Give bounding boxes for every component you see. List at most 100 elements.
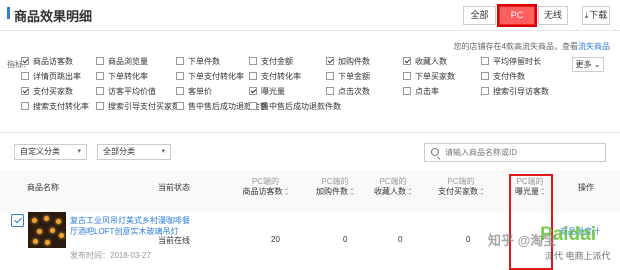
indicator-checkbox[interactable] — [21, 102, 29, 110]
indicator-option[interactable]: 搜索引导访客数 — [481, 87, 549, 99]
indicator-checkbox[interactable] — [481, 72, 489, 80]
column-header-visitors[interactable]: PC端的 商品访客数 — [238, 177, 293, 197]
indicator-checkbox[interactable] — [96, 57, 104, 65]
indicator-checkbox[interactable] — [21, 72, 29, 80]
indicator-option[interactable]: 支付件数 — [481, 72, 525, 84]
column-header-status: 当前状态 — [158, 183, 190, 192]
tab-all[interactable]: 全部 — [463, 6, 496, 25]
indicator-checkbox[interactable] — [481, 87, 489, 95]
column-header-cart[interactable]: PC端的 加购件数 — [310, 177, 360, 197]
search-input[interactable] — [445, 146, 600, 159]
sort-icon — [408, 188, 412, 195]
more-button[interactable]: 更多 ⌄ — [572, 57, 604, 72]
search-box — [424, 143, 606, 162]
lost-product-link[interactable]: 流失商品 — [578, 42, 610, 51]
indicator-option[interactable]: 支付转化率 — [249, 72, 301, 84]
divider — [0, 132, 620, 133]
custom-category-select[interactable]: 自定义分类 ▾ — [14, 144, 87, 160]
product-thumbnail[interactable] — [28, 212, 66, 248]
indicator-checkbox[interactable] — [403, 72, 411, 80]
watermark-logo: Paidai — [540, 224, 596, 245]
column-header-buyers[interactable]: PC端的 支付买家数 — [432, 177, 490, 197]
column-prefix: PC端的 — [447, 177, 475, 186]
divider — [0, 30, 620, 31]
indicator-option[interactable]: 平均停留时长 — [481, 57, 541, 69]
indicator-checkbox[interactable] — [403, 57, 411, 65]
indicator-label: 下单支付转化率 — [188, 72, 244, 81]
sort-icon — [350, 188, 354, 195]
download-icon: ⤓ — [584, 11, 589, 20]
more-label: 更多 — [575, 60, 592, 69]
indicator-option[interactable]: 下单件数 — [176, 57, 220, 69]
indicator-checkbox[interactable] — [249, 102, 257, 110]
indicator-checkbox[interactable] — [176, 57, 184, 65]
column-label: 收藏人数 — [374, 187, 406, 196]
indicator-label: 平均停留时长 — [493, 57, 541, 66]
chevron-down-icon: ⌄ — [593, 60, 601, 69]
indicator-checkbox[interactable] — [96, 102, 104, 110]
product-name-link[interactable]: 复古工业风吊灯美式乡村漫咖啡餐厅酒吧LOFT创意实木玻璃吊灯 — [70, 215, 190, 237]
indicator-option[interactable]: 客单价 — [176, 87, 212, 99]
indicator-option[interactable]: 下单金额 — [326, 72, 370, 84]
indicator-label: 下单件数 — [188, 57, 220, 66]
indicator-option[interactable]: 收藏人数 — [403, 57, 447, 69]
indicator-label: 商品浏览量 — [108, 57, 148, 66]
all-category-select[interactable]: 全部分类 ▾ — [97, 144, 171, 160]
indicator-label: 搜索支付转化率 — [33, 102, 89, 111]
indicator-option[interactable]: 搜索引导支付买家数 — [96, 102, 180, 114]
column-prefix: PC端的 — [251, 177, 280, 186]
indicator-checkbox[interactable] — [326, 57, 334, 65]
indicator-label: 下单金额 — [338, 72, 370, 81]
indicator-checkbox[interactable] — [249, 72, 257, 80]
row-checkbox[interactable] — [11, 214, 24, 227]
search-icon[interactable] — [431, 148, 439, 156]
indicator-option[interactable]: 下单转化率 — [96, 72, 148, 84]
indicator-label: 下单买家数 — [415, 72, 455, 81]
tab-pc[interactable]: PC — [497, 4, 537, 27]
indicator-label: 售中售后成功退款件数 — [261, 102, 341, 111]
chevron-down-icon: ▾ — [161, 148, 165, 155]
indicator-checkbox[interactable] — [249, 87, 257, 95]
indicator-option[interactable]: 加购件数 — [326, 57, 370, 69]
indicator-option[interactable]: 下单支付转化率 — [176, 72, 244, 84]
indicator-checkbox[interactable] — [176, 72, 184, 80]
indicator-option[interactable]: 售中售后成功退款件数 — [249, 102, 341, 114]
indicator-option[interactable]: 支付买家数 — [21, 87, 73, 99]
indicator-option[interactable]: 点击率 — [403, 87, 439, 99]
column-prefix: PC端的 — [321, 177, 349, 186]
indicator-option[interactable]: 下单买家数 — [403, 72, 455, 84]
download-label: 下载 — [589, 10, 608, 20]
column-header-favorites[interactable]: PC端的 收藏人数 — [368, 177, 418, 197]
indicator-checkbox[interactable] — [403, 87, 411, 95]
product-publish-date: 发布时间：2018-03-27 — [70, 251, 151, 260]
indicator-checkbox[interactable] — [96, 72, 104, 80]
column-header-actions: 操作 — [578, 183, 594, 192]
indicator-label: 支付件数 — [493, 72, 525, 81]
indicator-checkbox[interactable] — [249, 57, 257, 65]
buyers-value: 0 — [466, 235, 471, 244]
column-header-product: 商品名称 — [27, 183, 59, 192]
indicator-option[interactable]: 详情页跳出率 — [21, 72, 81, 84]
indicator-checkbox[interactable] — [21, 57, 29, 65]
indicator-option[interactable]: 支付金额 — [249, 57, 293, 69]
indicator-option[interactable]: 商品访客数 — [21, 57, 73, 69]
indicator-checkbox[interactable] — [176, 87, 184, 95]
indicator-label: 曝光量 — [261, 87, 285, 96]
indicator-checkbox[interactable] — [21, 87, 29, 95]
indicator-checkbox[interactable] — [481, 57, 489, 65]
indicator-checkbox[interactable] — [176, 102, 184, 110]
indicator-checkbox[interactable] — [326, 72, 334, 80]
tab-wireless[interactable]: 无线 — [538, 6, 568, 25]
indicator-label: 点击率 — [415, 87, 439, 96]
watermark-caption: 派代 电商上派代 — [545, 251, 611, 261]
indicator-option[interactable]: 曝光量 — [249, 87, 285, 99]
indicator-option[interactable]: 点击次数 — [326, 87, 370, 99]
indicator-label: 访客平均价值 — [108, 87, 156, 96]
visitors-value: 20 — [271, 235, 280, 244]
indicator-option[interactable]: 商品浏览量 — [96, 57, 148, 69]
indicator-option[interactable]: 搜索支付转化率 — [21, 102, 89, 114]
indicator-checkbox[interactable] — [326, 87, 334, 95]
indicator-checkbox[interactable] — [96, 87, 104, 95]
indicator-option[interactable]: 访客平均价值 — [96, 87, 156, 99]
download-button[interactable]: ⤓下载 — [582, 6, 610, 25]
